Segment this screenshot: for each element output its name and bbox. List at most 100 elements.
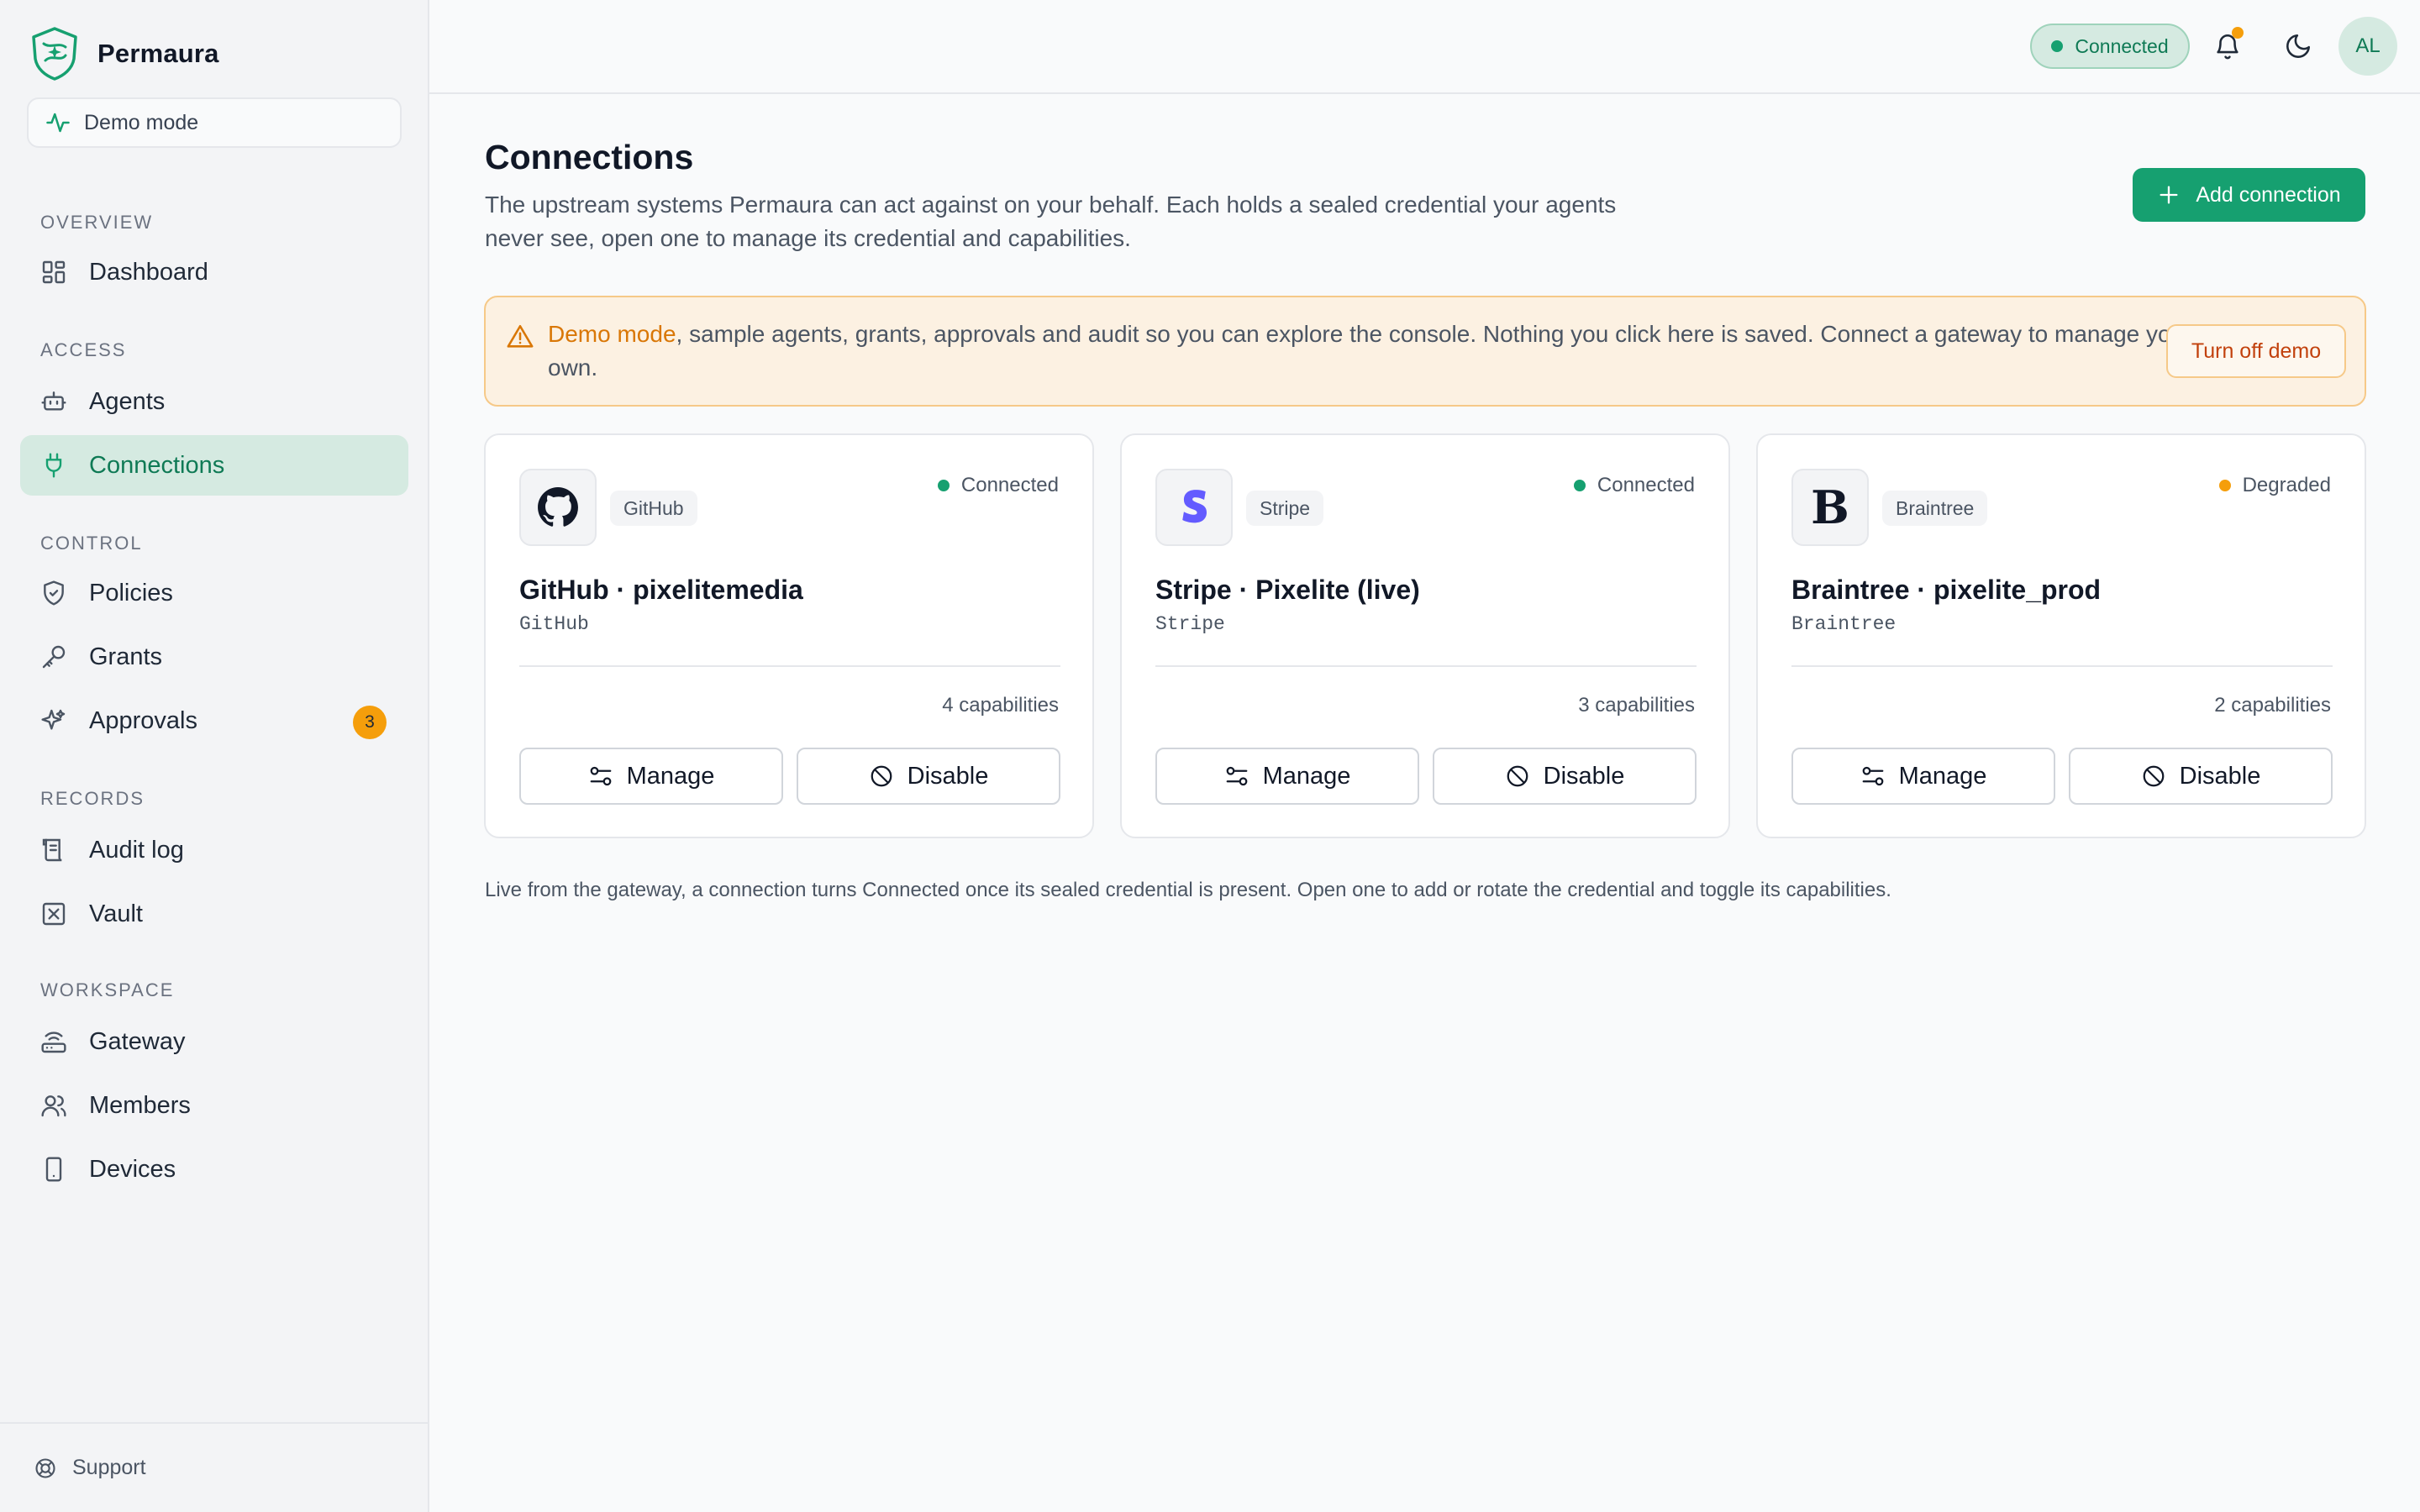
sidebar-item-label: Agents: [89, 387, 166, 415]
notification-dot: [2232, 27, 2244, 39]
connection-provider: GitHub: [519, 613, 589, 635]
page-description: The upstream systems Permaura can act ag…: [485, 192, 1617, 251]
status-dot: [2051, 40, 2064, 52]
theme-toggle-button[interactable]: [2279, 27, 2317, 66]
top-bar: Connected AL: [429, 0, 2420, 94]
sidebar-item-vault[interactable]: Vault: [20, 884, 408, 944]
status-label: Degraded: [2242, 474, 2331, 496]
manage-button[interactable]: Manage: [1155, 748, 1419, 805]
support-label: Support: [72, 1456, 146, 1479]
stripe-logo: [1155, 469, 1233, 546]
sidebar-item-policies[interactable]: Policies: [20, 563, 408, 623]
footer-note: Live from the gateway, a connection turn…: [485, 879, 1891, 901]
manage-label: Manage: [1898, 762, 1987, 790]
key-icon: [42, 645, 66, 669]
connection-card-github[interactable]: GitHub Connected GitHub · pixelitemedia …: [484, 433, 1094, 838]
sidebar-item-label: Grants: [89, 643, 163, 670]
disable-label: Disable: [1543, 762, 1625, 790]
disable-label: Disable: [907, 762, 989, 790]
add-connection-label: Add connection: [2196, 182, 2341, 207]
provider-tag: Braintree: [1882, 491, 1988, 526]
disable-button[interactable]: Disable: [797, 748, 1060, 805]
status-badge: Degraded: [2218, 474, 2331, 497]
connection-status-badge[interactable]: Connected: [2030, 24, 2190, 69]
status-badge: Connected: [937, 474, 1059, 497]
sidebar-item-audit-log[interactable]: Audit log: [20, 820, 408, 880]
disable-button[interactable]: Disable: [2069, 748, 2333, 805]
stripe-icon: [1182, 490, 1207, 523]
github-icon: [538, 487, 578, 527]
manage-label: Manage: [626, 762, 715, 790]
sliders-icon: [1862, 766, 1883, 786]
connection-card-stripe[interactable]: Stripe Connected Stripe · Pixelite (live…: [1120, 433, 1730, 838]
sidebar-item-label: Approvals: [89, 706, 197, 734]
status-badge: Connected: [1573, 474, 1695, 497]
smartphone-icon: [45, 1157, 62, 1182]
user-avatar[interactable]: AL: [2338, 17, 2397, 76]
github-logo: [519, 469, 597, 546]
sidebar-item-label: Members: [89, 1091, 191, 1119]
manage-button[interactable]: Manage: [519, 748, 783, 805]
ban-icon: [1507, 765, 1528, 787]
sidebar: Permaura Demo mode OVERVIEW Dashboard AC…: [0, 0, 429, 1512]
brand-name: Permaura: [97, 39, 219, 68]
notifications-button[interactable]: [2208, 27, 2247, 66]
sidebar-item-label: Policies: [89, 579, 173, 606]
connection-provider: Braintree: [1791, 613, 1897, 635]
sidebar-item-approvals[interactable]: Approvals 3: [20, 690, 408, 751]
turn-off-demo-button[interactable]: Turn off demo: [2166, 324, 2346, 378]
permaura-logo-icon: [32, 27, 77, 81]
demo-mode-banner: Demo mode, sample agents, grants, approv…: [484, 296, 2366, 407]
nav-section-workspace: WORKSPACE: [40, 979, 175, 1000]
connection-title: GitHub · pixelitemedia: [519, 575, 803, 605]
status-dot: [937, 480, 950, 491]
demo-mode-pill[interactable]: Demo mode: [27, 97, 402, 148]
nav-section-control: CONTROL: [40, 533, 143, 554]
sidebar-item-grants[interactable]: Grants: [20, 627, 408, 687]
status-label: Connected: [1597, 474, 1695, 496]
sidebar-item-members[interactable]: Members: [20, 1075, 408, 1136]
disable-label: Disable: [2179, 762, 2261, 790]
capabilities-count: 2 capabilities: [2214, 694, 2331, 717]
alert-triangle-icon: [507, 324, 534, 348]
connection-title: Braintree · pixelite_prod: [1791, 575, 2102, 605]
page-title: Connections: [485, 138, 694, 176]
divider: [1791, 665, 2333, 667]
shield-check-icon: [44, 580, 64, 606]
sparkles-icon: [41, 709, 66, 730]
demo-mode-label: Demo mode: [84, 110, 199, 134]
disable-button[interactable]: Disable: [1433, 748, 1697, 805]
connection-status-label: Connected: [2075, 34, 2169, 57]
sliders-icon: [1226, 766, 1247, 786]
status-label: Connected: [960, 474, 1059, 496]
sidebar-item-devices[interactable]: Devices: [20, 1139, 408, 1200]
sidebar-item-connections[interactable]: Connections: [20, 435, 408, 496]
connection-provider: Stripe: [1155, 613, 1225, 635]
nav-section-access: ACCESS: [40, 339, 127, 360]
support-link[interactable]: Support: [0, 1422, 429, 1512]
bot-icon: [41, 391, 66, 411]
life-buoy-icon: [35, 1457, 55, 1478]
banner-message: , sample agents, grants, approvals and a…: [548, 321, 2192, 381]
provider-tag: GitHub: [610, 491, 697, 526]
sidebar-item-label: Gateway: [89, 1027, 186, 1055]
sidebar-item-agents[interactable]: Agents: [20, 371, 408, 432]
add-connection-button[interactable]: Add connection: [2133, 168, 2365, 222]
connection-title: Stripe · Pixelite (live): [1155, 575, 1420, 605]
sidebar-item-label: Devices: [89, 1155, 176, 1183]
nav-section-records: RECORDS: [40, 788, 145, 809]
capabilities-count: 4 capabilities: [942, 694, 1059, 717]
plus-icon: [2160, 186, 2178, 204]
sidebar-item-label: Audit log: [89, 836, 184, 864]
users-icon: [41, 1095, 66, 1117]
banner-text: Demo mode, sample agents, grants, approv…: [548, 318, 2220, 385]
manage-button[interactable]: Manage: [1791, 748, 2055, 805]
brand[interactable]: Permaura: [27, 25, 219, 82]
vault-icon: [42, 902, 66, 926]
sidebar-item-dashboard[interactable]: Dashboard: [20, 242, 408, 302]
connection-card-braintree[interactable]: B Braintree Degraded Braintree · pixelit…: [1756, 433, 2366, 838]
capabilities-count: 3 capabilities: [1578, 694, 1695, 717]
sidebar-item-label: Vault: [89, 900, 143, 927]
status-dot: [1573, 480, 1586, 491]
sidebar-item-gateway[interactable]: Gateway: [20, 1011, 408, 1072]
